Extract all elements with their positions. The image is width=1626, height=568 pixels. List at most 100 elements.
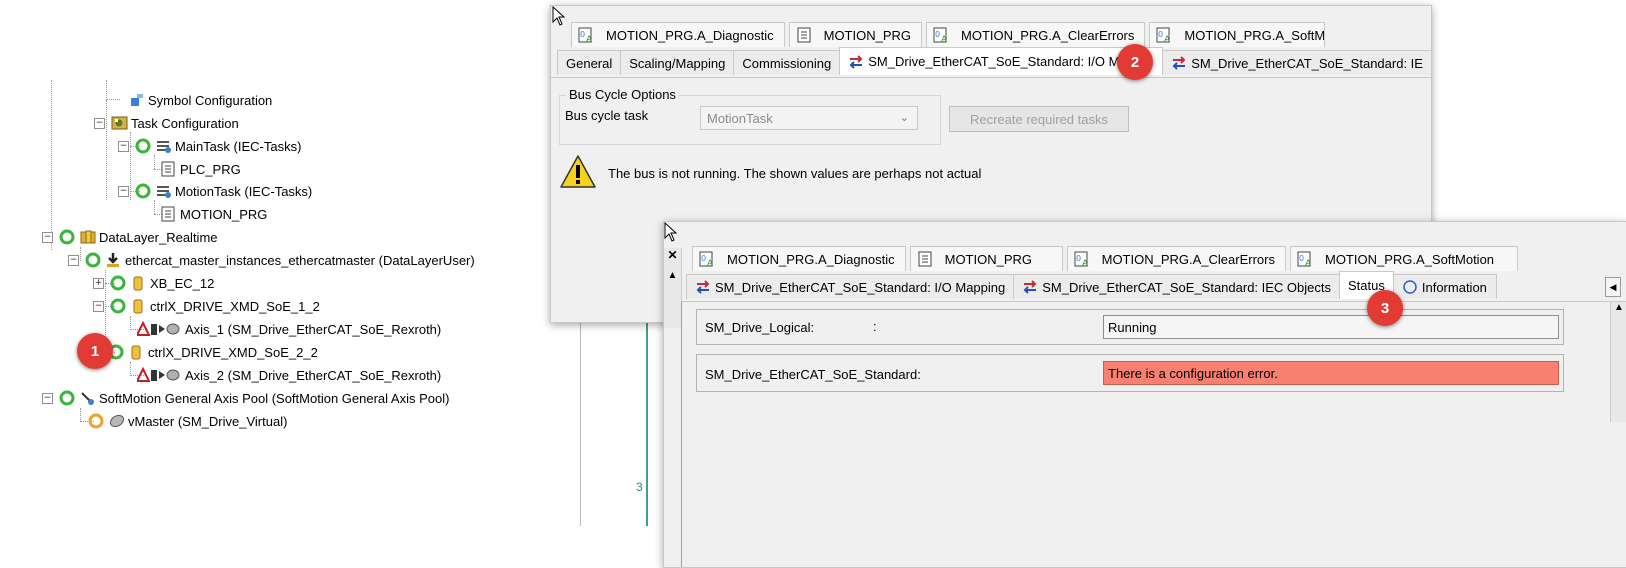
bus-cycle-value: MotionTask	[707, 110, 773, 126]
tree-item-maintask[interactable]: − MainTask (IEC-Tasks)	[118, 135, 301, 157]
status-colon: :	[873, 319, 877, 334]
collapse-toggle[interactable]: −	[93, 300, 104, 312]
collapse-toggle[interactable]: −	[118, 185, 129, 197]
tree-item-axis-pool[interactable]: − SoftMotion General Axis Pool (SoftMoti…	[42, 387, 449, 409]
callout-badge-3: 3	[1367, 290, 1403, 326]
action-icon: 0A	[1074, 251, 1090, 269]
tree-item-plc-prg[interactable]: PLC_PRG	[160, 158, 241, 180]
svg-text:A: A	[1305, 259, 1312, 267]
doc-tab-diagnostic[interactable]: 0A MOTION_PRG.A_Diagnostic	[571, 22, 785, 47]
doc-tab-label: MOTION_PRG.A_SoftMo	[1184, 27, 1326, 43]
mapping-arrows-icon	[1022, 279, 1038, 295]
subtab-io-mapping[interactable]: SM_Drive_EtherCAT_SoE_Standard: I/O Ma	[839, 47, 1164, 75]
info-circle-icon	[1402, 279, 1418, 295]
run-status-icon	[59, 390, 75, 406]
tree-item-datalayer-realtime[interactable]: − DataLayer_Realtime	[42, 226, 218, 248]
device-editor-window-status: ✕ ▲ 0A MOTION_PRG.A_Diagnostic MOTION_PR…	[663, 221, 1626, 568]
warning-icon	[559, 154, 597, 193]
doc-tab-label: MOTION_PRG.A_Diagnostic	[606, 27, 774, 43]
bus-cycle-options-group: Bus Cycle Options Bus cycle task MotionT…	[559, 87, 941, 145]
tree-item-label: XB_EC_12	[150, 275, 215, 291]
subtab-scaling-mapping[interactable]: Scaling/Mapping	[620, 50, 735, 75]
subtab-label: Information	[1421, 279, 1487, 295]
svg-text:A: A	[1164, 35, 1171, 43]
tree-item-axis-1[interactable]: Axis_1 (SM_Drive_EtherCAT_SoE_Rexroth)	[135, 318, 441, 340]
subtab-label: SM_Drive_EtherCAT_SoE_Standard: I/O Mapp…	[715, 279, 1006, 295]
tree-item-label: PLC_PRG	[180, 161, 241, 177]
tree-item-label: ctrlX_DRIVE_XMD_SoE_1_2	[150, 298, 320, 314]
run-status-icon	[135, 138, 151, 154]
chevron-down-icon: ⌄	[899, 112, 909, 124]
tree-item-xb-ec-12[interactable]: + XB_EC_12	[93, 272, 214, 294]
subtab-general[interactable]: General	[557, 50, 622, 75]
status-panel: SM_Drive_Logical: : Running SM_Drive_Eth…	[681, 301, 1626, 567]
status-row-ethercat-soe: SM_Drive_EtherCAT_SoE_Standard: There is…	[696, 354, 1564, 392]
device-subtabs: General Scaling/Mapping Commissioning SM…	[557, 47, 1433, 75]
tree-item-axis-2[interactable]: Axis_2 (SM_Drive_EtherCAT_SoE_Rexroth)	[135, 364, 441, 386]
svg-text:0: 0	[1076, 254, 1081, 263]
tree-item-symbol-configuration[interactable]: Symbol Configuration	[128, 89, 272, 111]
svg-text:A: A	[707, 259, 714, 267]
chevron-up-icon[interactable]: ▲	[1611, 302, 1626, 313]
run-status-icon	[135, 183, 151, 199]
tree-item-label: DataLayer_Realtime	[99, 229, 218, 245]
tree-item-ctrlx-drive-1[interactable]: − ctrlX_DRIVE_XMD_SoE_1_2	[93, 295, 320, 317]
device-tree: Symbol Configuration − Task Configuratio…	[0, 80, 580, 530]
group-title: Bus Cycle Options	[566, 87, 679, 102]
tree-item-ctrlx-drive-2[interactable]: ctrlX_DRIVE_XMD_SoE_2_2	[108, 341, 318, 363]
tree-item-ethercat-master[interactable]: − ethercat_master_instances_ethercatmast…	[68, 249, 475, 271]
collapse-toggle[interactable]: −	[68, 254, 79, 266]
run-status-icon-warning	[88, 413, 104, 429]
doc-tab-label: MOTION_PRG.A_SoftMotion	[1324, 251, 1495, 267]
tree-item-task-configuration[interactable]: − Task Configuration	[94, 112, 239, 134]
run-status-icon	[85, 252, 101, 268]
collapse-toggle[interactable]: −	[42, 231, 53, 243]
tree-item-motiontask[interactable]: − MotionTask (IEC-Tasks)	[118, 180, 312, 202]
tree-item-motion-prg[interactable]: MOTION_PRG	[160, 203, 267, 225]
device-icon	[130, 298, 146, 314]
status-value-running: Running	[1103, 315, 1559, 339]
run-status-icon	[59, 229, 75, 245]
chevron-up-icon[interactable]: ▲	[664, 270, 681, 281]
subtab-commissioning[interactable]: Commissioning	[733, 50, 841, 75]
program-icon	[917, 251, 933, 267]
run-status-icon	[110, 298, 126, 314]
tree-item-label: MOTION_PRG	[180, 206, 268, 222]
expand-toggle[interactable]: +	[93, 277, 104, 289]
action-icon: 0A	[699, 251, 715, 269]
axis-pool-icon	[79, 390, 95, 406]
vertical-scrollbar[interactable]: ▲	[1610, 302, 1626, 422]
collapse-toggle[interactable]: −	[42, 392, 53, 404]
subtab-io-mapping[interactable]: SM_Drive_EtherCAT_SoE_Standard: I/O Mapp…	[686, 274, 1015, 299]
task-config-icon	[111, 115, 128, 131]
recreate-tasks-button[interactable]: Recreate required tasks	[949, 106, 1129, 132]
doc-tab-clear-errors[interactable]: 0A MOTION_PRG.A_ClearErrors	[1066, 246, 1286, 271]
doc-tab-motion-prg[interactable]: MOTION_PRG	[788, 22, 923, 47]
subtab-iec-objects[interactable]: SM_Drive_EtherCAT_SoE_Standard: IEC Obje…	[1013, 274, 1341, 299]
tree-item-label: ethercat_master_instances_ethercatmaster…	[125, 252, 475, 268]
bus-cycle-task-select[interactable]: MotionTask ⌄	[700, 106, 918, 130]
collapse-toggle[interactable]: −	[94, 117, 105, 129]
symbol-config-icon	[128, 92, 144, 108]
subtab-label: SM_Drive_EtherCAT_SoE_Standard: I/O Ma	[868, 54, 1127, 69]
device-icon	[130, 275, 146, 291]
left-scroll-strip: ✕ ▲	[664, 248, 682, 328]
close-icon[interactable]: ✕	[664, 248, 681, 262]
program-icon	[160, 206, 176, 222]
doc-tab-softmotion[interactable]: 0A MOTION_PRG.A_SoftMo	[1149, 22, 1326, 47]
tree-item-label: MotionTask (IEC-Tasks)	[175, 183, 313, 199]
subtab-information[interactable]: Information	[1392, 274, 1497, 299]
bus-cycle-label: Bus cycle task	[565, 108, 649, 123]
doc-tab-softmotion[interactable]: 0A MOTION_PRG.A_SoftMotion	[1289, 246, 1518, 271]
document-tabs: 0A MOTION_PRG.A_Diagnostic MOTION_PRG 0A…	[571, 22, 1329, 48]
collapse-toggle[interactable]: −	[118, 140, 129, 152]
tab-scroll-left-button[interactable]: ◀	[1605, 277, 1621, 297]
tree-item-vmaster[interactable]: vMaster (SM_Drive_Virtual)	[88, 410, 287, 432]
mapping-arrows-icon	[695, 279, 711, 295]
doc-tab-motion-prg[interactable]: MOTION_PRG	[909, 246, 1063, 271]
mouse-cursor-icon	[552, 5, 566, 29]
doc-tab-clear-errors[interactable]: 0A MOTION_PRG.A_ClearErrors	[926, 22, 1146, 47]
virtual-axis-icon	[108, 413, 125, 429]
subtab-iec-objects[interactable]: SM_Drive_EtherCAT_SoE_Standard: IE	[1162, 50, 1433, 75]
doc-tab-diagnostic[interactable]: 0A MOTION_PRG.A_Diagnostic	[692, 246, 906, 271]
